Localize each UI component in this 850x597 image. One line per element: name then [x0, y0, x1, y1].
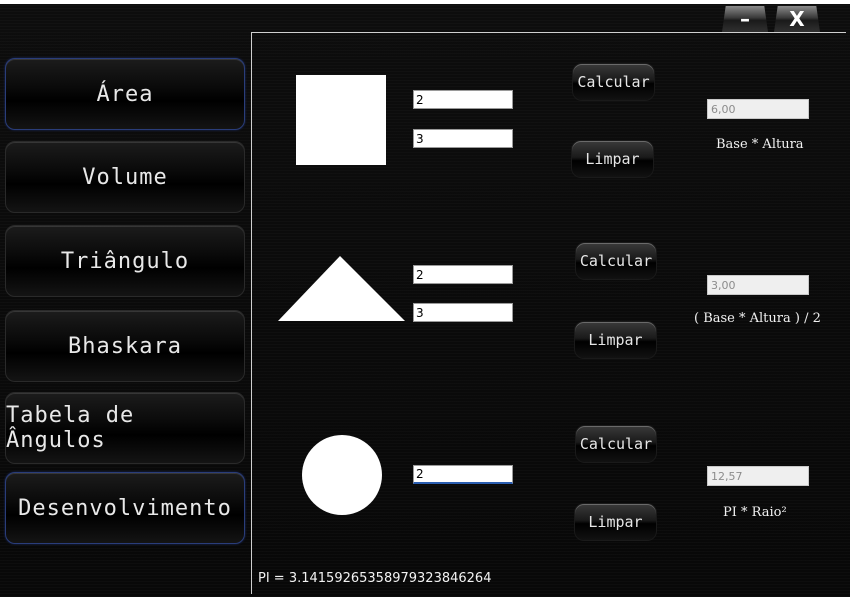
triangle-calculate-button[interactable]: Calcular — [576, 243, 656, 279]
sidebar-item-volume[interactable]: Volume — [5, 141, 245, 213]
sidebar-item-bhaskara[interactable]: Bhaskara — [5, 310, 245, 382]
circle-shape-icon — [302, 435, 382, 515]
button-label: Limpar — [588, 513, 643, 531]
sidebar-item-tabela-de-angulos[interactable]: Tabela de Ângulos — [5, 392, 245, 464]
triangle-clear-button[interactable]: Limpar — [575, 322, 656, 358]
triangle-result-field — [707, 275, 809, 295]
sidebar-item-label: Desenvolvimento — [18, 495, 232, 521]
sidebar-item-desenvolvimento[interactable]: Desenvolvimento — [5, 472, 245, 544]
sidebar-item-label: Tabela de Ângulos — [6, 403, 135, 453]
pi-constant-label: PI = 3.14159265358979323846264 — [258, 571, 492, 586]
minimize-button[interactable]: – — [722, 6, 768, 32]
square-calculate-button[interactable]: Calcular — [573, 64, 654, 100]
sidebar-item-label: Triângulo — [60, 248, 190, 274]
app-window: – X Área Volume Triângulo Bhaskara Tabel… — [0, 0, 850, 597]
circle-radius-input[interactable] — [413, 465, 513, 484]
title-bar-strip — [0, 0, 850, 4]
close-icon: X — [789, 7, 805, 31]
sidebar-item-label: Volume — [82, 164, 168, 190]
triangle-shape-icon — [278, 256, 405, 321]
button-label: Calcular — [579, 435, 653, 453]
minimize-icon: – — [740, 7, 750, 31]
circle-clear-button[interactable]: Limpar — [575, 504, 656, 540]
sidebar-item-area[interactable]: Área — [5, 58, 245, 130]
button-label: Limpar — [585, 150, 640, 168]
square-result-field — [707, 99, 809, 119]
close-button[interactable]: X — [774, 6, 820, 32]
circle-formula-label: PI * Raio² — [723, 505, 787, 520]
sidebar-item-triangulo[interactable]: Triângulo — [5, 225, 245, 297]
square-clear-button[interactable]: Limpar — [572, 141, 653, 177]
square-height-input[interactable] — [413, 129, 513, 148]
circle-calculate-button[interactable]: Calcular — [576, 426, 656, 462]
button-label: Limpar — [588, 331, 643, 349]
sidebar-item-label: Área — [96, 81, 154, 107]
triangle-height-input[interactable] — [413, 303, 513, 322]
triangle-base-input[interactable] — [413, 265, 513, 284]
circle-result-field — [707, 466, 809, 486]
square-base-input[interactable] — [413, 90, 513, 109]
square-formula-label: Base * Altura — [716, 137, 804, 152]
sidebar-item-label: Bhaskara — [68, 333, 182, 359]
triangle-formula-label: ( Base * Altura ) / 2 — [694, 311, 821, 326]
button-label: Calcular — [579, 252, 653, 270]
square-shape-icon — [296, 75, 386, 165]
button-label: Calcular — [577, 73, 650, 91]
